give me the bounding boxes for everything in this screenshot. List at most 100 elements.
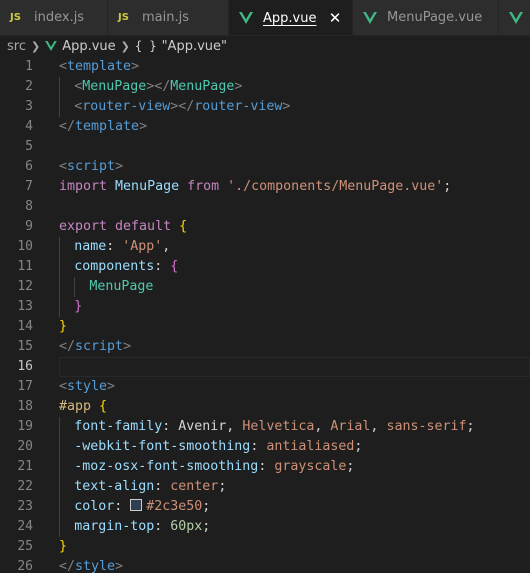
code-token: > [107,379,116,394]
tab-menupage-vue[interactable]: MenuPage.vue [353,0,499,35]
line-number: 7 [25,179,33,194]
code-tokens: MenuPage [89,277,153,297]
code-tokens: export default { [59,217,187,237]
code-line[interactable]: 26 </style> [0,557,530,573]
code-line[interactable]: 20 -webkit-font-smoothing: antialiased; [0,437,530,457]
line-number: 2 [25,79,33,94]
code-line[interactable]: 17 <style> [0,377,530,397]
line-number: 14 [17,319,33,334]
code-line[interactable]: 11 components: { [0,257,530,277]
code-token: -webkit-font-smoothing [74,439,251,454]
code-line[interactable]: 1 <template> [0,57,530,77]
tab-main-js[interactable]: JS main.js [108,0,229,35]
indent-guide [59,277,60,297]
code-line[interactable]: 7 import MenuPage from './components/Menu… [0,177,530,197]
indent-guide [59,437,60,457]
code-token: color [74,499,115,514]
code-line[interactable]: 24 margin-top: 60px; [0,517,530,537]
code-token: : [258,459,275,474]
code-token: './components/MenuPage.vue' [227,179,444,194]
code-tokens: </template> [59,117,147,137]
vue-file-icon [239,12,255,24]
code-tokens: import MenuPage from './components/MenuP… [59,177,451,197]
line-number: 20 [17,439,33,454]
code-token: -moz-osx-font-smoothing [74,459,259,474]
code-tokens: <template> [59,57,139,77]
breadcrumb-symbol[interactable]: "App.vue" [162,39,227,54]
code-tokens: -moz-osx-font-smoothing: grayscale; [74,457,354,477]
line-number: 17 [17,379,33,394]
code-token: : [250,439,267,454]
code-token: MenuPage [170,79,235,94]
code-text: } [59,317,530,337]
line-number: 9 [25,219,33,234]
code-token: antialiased [266,439,355,454]
code-token: : [154,519,171,534]
line-number: 24 [17,519,33,534]
indent-guide [59,457,60,477]
close-icon[interactable]: ✕ [326,9,344,27]
code-line[interactable]: 6 <script> [0,157,530,177]
code-text: </template> [59,117,530,137]
indent-guide [59,297,60,317]
code-line[interactable]: 16 [0,357,530,377]
line-number: 21 [17,459,33,474]
code-token: router-view [194,99,283,114]
code-tokens: <script> [59,157,123,177]
code-token: text-align [74,479,155,494]
code-tokens: -webkit-font-smoothing: antialiased; [74,437,362,457]
code-line[interactable]: 4 </template> [0,117,530,137]
tab-app-vue[interactable]: App.vue ✕ [229,0,353,35]
code-line[interactable]: 12 MenuPage [0,277,530,297]
line-number: 13 [17,299,33,314]
code-editor[interactable]: 1 <template> 2 <MenuPage></MenuPage> 3 <route… [0,57,530,573]
code-line[interactable]: 19 font-family: Avenir, Helvetica, Arial,… [0,417,530,437]
tab-index-js[interactable]: JS index.js [0,0,108,35]
line-number: 1 [25,59,33,74]
code-line[interactable]: 5 [0,137,530,157]
code-token: < [59,159,68,174]
breadcrumb-folder[interactable]: src [7,39,26,54]
code-token: template [75,119,140,134]
code-line[interactable]: 18 #app { [0,397,530,417]
code-text: <router-view></router-view> [59,97,530,117]
code-line[interactable]: 15 </script> [0,337,530,357]
color-swatch[interactable] [130,499,143,511]
code-token: from [187,179,228,194]
code-line[interactable]: 8 [0,197,530,217]
code-token: 60px [170,519,203,534]
line-number: 19 [17,419,33,434]
code-line[interactable]: 25} [0,537,530,557]
code-token: </ [59,119,76,134]
code-text [59,357,530,377]
code-line[interactable]: 23 color: #2c3e50; [0,497,530,517]
code-token: import [59,179,116,194]
code-line[interactable]: 14} [0,317,530,337]
code-text: font-family: Avenir, Helvetica, Arial, s… [59,417,530,437]
line-number: 4 [25,119,33,134]
indent-guide [59,417,60,437]
code-token: < [74,79,83,94]
indent-guide [59,517,60,537]
code-token: Helvetica [242,419,315,434]
code-token: center [170,479,219,494]
code-line[interactable]: 3 <router-view></router-view> [0,97,530,117]
code-token: ; [202,519,211,534]
code-token: MenuPage [82,79,147,94]
braces-icon: { } [134,39,157,53]
code-token: script [75,339,124,354]
code-token: > [115,159,124,174]
code-token: #app [59,399,100,414]
breadcrumb-file[interactable]: App.vue [62,39,115,54]
code-line[interactable]: 22 text-align: center; [0,477,530,497]
code-line[interactable]: 13} [0,297,530,317]
code-line[interactable]: 10 name: 'App', [0,237,530,257]
code-token: ; [466,419,475,434]
code-line[interactable]: 2 <MenuPage></MenuPage> [0,77,530,97]
code-token: ; [346,459,355,474]
code-line[interactable]: 9 export default { [0,217,530,237]
tab-label: index.js [34,10,85,25]
tab-overflow-vue[interactable] [499,0,530,35]
code-line[interactable]: 21 -moz-osx-font-smoothing: grayscale; [0,457,530,477]
